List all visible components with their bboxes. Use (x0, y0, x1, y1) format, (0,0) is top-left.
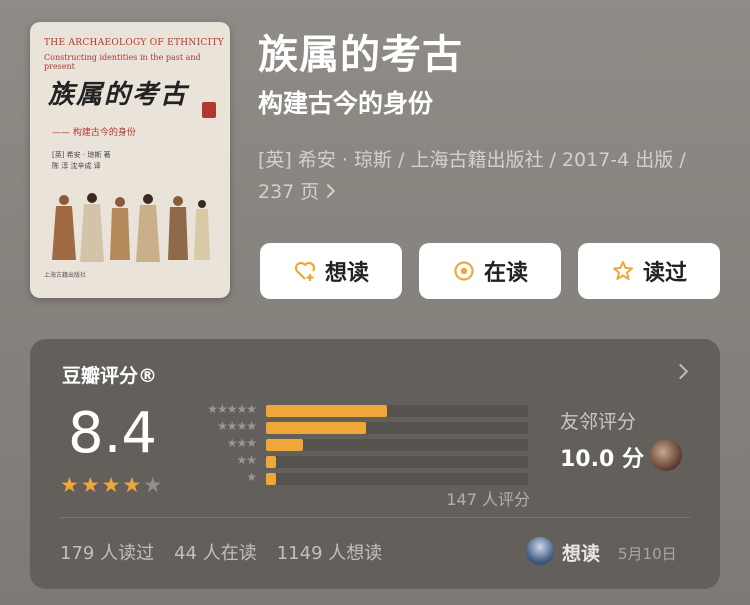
chevron-right-icon (321, 183, 336, 199)
book-subtitle: 构建古今的身份 (258, 89, 434, 118)
book-title: 族属的考古 (258, 32, 463, 78)
distribution-row: ★★ (180, 453, 256, 468)
cover-translator-line: 陈 淳 沈辛成 译 (52, 162, 101, 170)
distribution-bar (266, 439, 303, 451)
distribution-stars-label: ★★★★ (216, 419, 257, 433)
book-meta-text: [英] 希安 · 琼斯 / 上海古籍出版社 / 2017-4 出版 / 237 … (258, 149, 686, 203)
cover-seal (202, 102, 216, 118)
stat-reading[interactable]: 44 人在读 (174, 539, 257, 565)
distribution-track (266, 456, 528, 468)
distribution-track (266, 473, 528, 485)
cover-figures-illustration (52, 193, 210, 262)
distribution-track (266, 439, 528, 451)
cover-cn-subtitle: —— 构建古今的身份 (52, 128, 136, 138)
reading-label: 在读 (483, 261, 528, 286)
stat-want[interactable]: 1149 人想读 (277, 539, 383, 565)
star-empty-icon: ★ (143, 473, 163, 497)
distribution-bar (266, 422, 366, 434)
distribution-bar (266, 456, 276, 468)
friend-rating-label: 友邻评分 (560, 411, 637, 433)
star-filled-icon: ★ (60, 473, 79, 497)
star-outline-icon (612, 261, 633, 280)
distribution-track (266, 422, 528, 434)
distribution-row: ★★★★ (180, 419, 257, 434)
cover-authors: [英] 希安 · 琼斯 著 陈 淳 沈辛成 译 (52, 150, 111, 172)
rating-card[interactable]: 豆瓣评分® 8.4 ★ ★ ★ ★ ★ ★★★★★ ★★★★ ★★★ ★★ ★ 147 人评分 … (30, 339, 720, 589)
chevron-right-icon[interactable] (672, 363, 689, 380)
cover-author-line: [英] 希安 · 琼斯 著 (52, 151, 111, 159)
distribution-stars-label: ★ (246, 470, 257, 484)
distribution-row: ★ (180, 470, 257, 485)
reader-stats: 179 人读过 44 人在读 1149 人想读 (60, 539, 382, 565)
divider (60, 517, 690, 518)
distribution-bar (266, 473, 276, 485)
user-avatar (526, 537, 554, 565)
have-read-label: 读过 (642, 261, 687, 286)
distribution-track (266, 405, 528, 417)
distribution-bar (266, 405, 387, 417)
reading-button[interactable]: 在读 (419, 243, 561, 299)
want-to-read-button[interactable]: 想读 (260, 243, 402, 299)
my-status-date: 5月10日 (618, 545, 677, 563)
distribution-stars-label: ★★ (236, 453, 256, 467)
have-read-button[interactable]: 读过 (578, 243, 720, 299)
distribution-stars-label: ★★★ (226, 436, 257, 450)
book-meta[interactable]: [英] 希安 · 琼斯 / 上海古籍出版社 / 2017-4 出版 / 237 … (258, 144, 718, 208)
friend-rating-score: 10.0 分 (560, 447, 644, 472)
friend-avatar[interactable] (650, 439, 682, 471)
want-to-read-label: 想读 (324, 261, 369, 286)
rating-score: 8.4 (68, 401, 158, 466)
rating-header: 豆瓣评分® (62, 365, 158, 387)
cover-cn-title: 族属的考古 (48, 80, 189, 110)
star-filled-icon: ★ (122, 473, 142, 497)
distribution-row: ★★★ (180, 436, 257, 451)
reading-circle-icon (454, 261, 474, 281)
cover-en-subtitle: Constructing identities in the past and … (44, 53, 201, 71)
star-filled-icon: ★ (101, 473, 121, 497)
cover-en-title: THE ARCHAEOLOGY OF ETHNICITY (44, 38, 225, 48)
stat-read[interactable]: 179 人读过 (60, 539, 154, 565)
distribution-row: ★★★★★ (180, 402, 257, 417)
heart-plus-icon (294, 261, 316, 281)
cover-publisher: 上海古籍出版社 (44, 272, 87, 279)
star-filled-icon: ★ (80, 473, 100, 497)
my-status[interactable]: 想读 (562, 539, 600, 566)
rating-count[interactable]: 147 人评分 (446, 486, 530, 510)
distribution-stars-label: ★★★★★ (207, 402, 257, 416)
rating-stars: ★ ★ ★ ★ ★ (60, 475, 162, 496)
book-cover[interactable]: THE ARCHAEOLOGY OF ETHNICITY Constructin… (30, 22, 230, 298)
